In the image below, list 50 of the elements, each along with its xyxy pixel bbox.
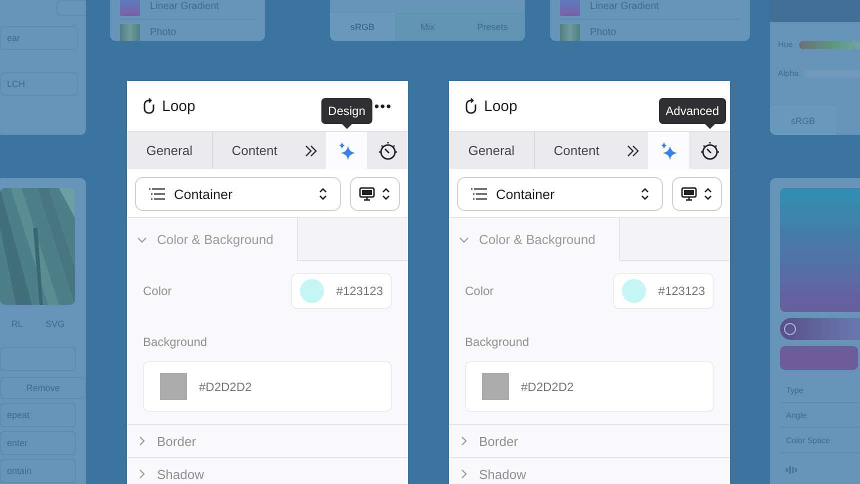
chevron-right-icon bbox=[137, 469, 147, 479]
slider-thumb[interactable] bbox=[784, 323, 796, 335]
loop-icon bbox=[143, 98, 155, 114]
tooltip: Design bbox=[321, 98, 372, 124]
color-field[interactable]: #123123 bbox=[291, 273, 392, 309]
tooltip-arrow bbox=[704, 124, 715, 129]
up-down-icon bbox=[381, 187, 391, 201]
list-icon bbox=[470, 188, 488, 200]
gradient-swatch-icon bbox=[560, 0, 580, 16]
up-down-icon bbox=[640, 187, 650, 201]
hue-strip bbox=[798, 40, 860, 48]
monitor-icon bbox=[359, 187, 375, 201]
chevron-right-icon bbox=[137, 436, 147, 446]
double-chevron-icon bbox=[304, 144, 318, 156]
tooltip: Advanced bbox=[658, 98, 726, 124]
field-label: Background bbox=[143, 335, 208, 349]
double-chevron-icon bbox=[626, 144, 640, 156]
tab[interactable]: General bbox=[127, 132, 212, 169]
color-field[interactable]: #123123 bbox=[613, 273, 714, 309]
list-icon bbox=[148, 188, 166, 200]
tab[interactable]: General bbox=[449, 132, 534, 169]
chevron-right-icon bbox=[459, 469, 469, 479]
monitor-icon bbox=[681, 187, 697, 201]
device-select[interactable] bbox=[350, 177, 400, 211]
sparkle-icon bbox=[658, 140, 679, 160]
chevron-down-icon bbox=[459, 234, 469, 244]
color-stop[interactable] bbox=[780, 346, 858, 370]
color-mode-tab[interactable]: sRGB bbox=[330, 13, 395, 41]
up-down-icon bbox=[703, 187, 713, 201]
design-tab[interactable] bbox=[648, 132, 690, 169]
field-label: Color bbox=[465, 284, 494, 298]
device-select[interactable] bbox=[672, 177, 722, 211]
panel-title: Loop bbox=[484, 98, 518, 114]
field-label: Background bbox=[465, 335, 530, 349]
chevron-down-icon bbox=[137, 234, 147, 244]
background-field[interactable]: #D2D2D2 bbox=[143, 361, 392, 412]
up-down-icon bbox=[318, 187, 328, 201]
photo-swatch-icon bbox=[560, 24, 580, 41]
gradient-swatch-icon bbox=[120, 0, 140, 16]
tooltip-arrow bbox=[342, 124, 352, 129]
more-menu-button[interactable]: ••• bbox=[374, 98, 392, 114]
photo-swatch-icon bbox=[120, 24, 140, 41]
loop-icon bbox=[465, 98, 477, 114]
element-select[interactable]: Container bbox=[457, 177, 663, 211]
background-field[interactable]: #D2D2D2 bbox=[465, 361, 714, 412]
field-label: Color bbox=[143, 284, 172, 298]
sparkle-icon bbox=[336, 140, 357, 160]
panel-title: Loop bbox=[162, 98, 196, 114]
element-select[interactable]: Container bbox=[135, 177, 341, 211]
chevron-right-icon bbox=[459, 436, 469, 446]
